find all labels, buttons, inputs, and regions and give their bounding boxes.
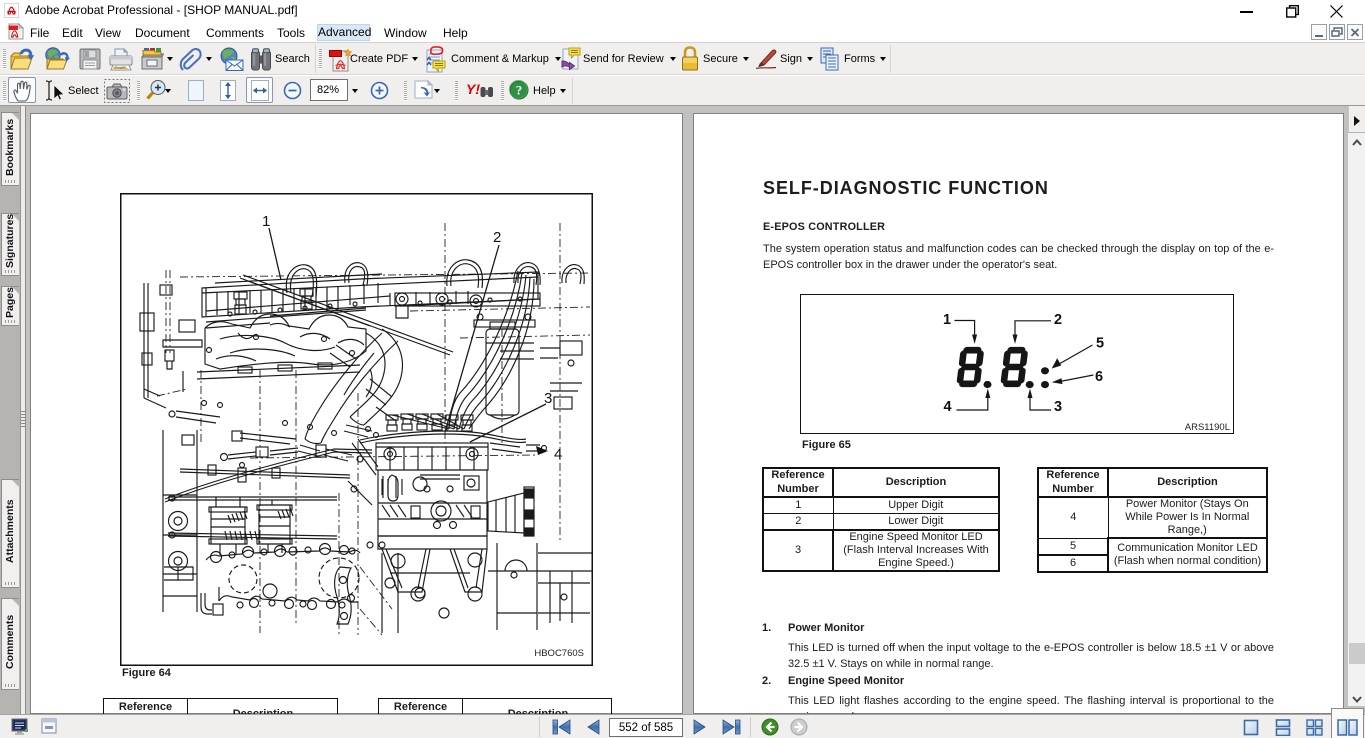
svg-text:ARS1190L: ARS1190L (1185, 422, 1230, 433)
svg-text:1: 1 (262, 213, 270, 230)
svg-text:3: 3 (1054, 399, 1062, 415)
svg-text:2: 2 (493, 229, 501, 246)
svg-text:5: 5 (1096, 336, 1104, 352)
svg-text:4: 4 (944, 399, 952, 415)
svg-text:?: ? (516, 83, 523, 98)
svg-text:3: 3 (544, 390, 552, 407)
svg-text:6: 6 (1095, 369, 1103, 385)
svg-text:HBOC760S: HBOC760S (534, 648, 584, 659)
svg-text:1: 1 (943, 312, 951, 328)
svg-text:2: 2 (1054, 312, 1062, 328)
svg-text:4: 4 (554, 446, 562, 463)
